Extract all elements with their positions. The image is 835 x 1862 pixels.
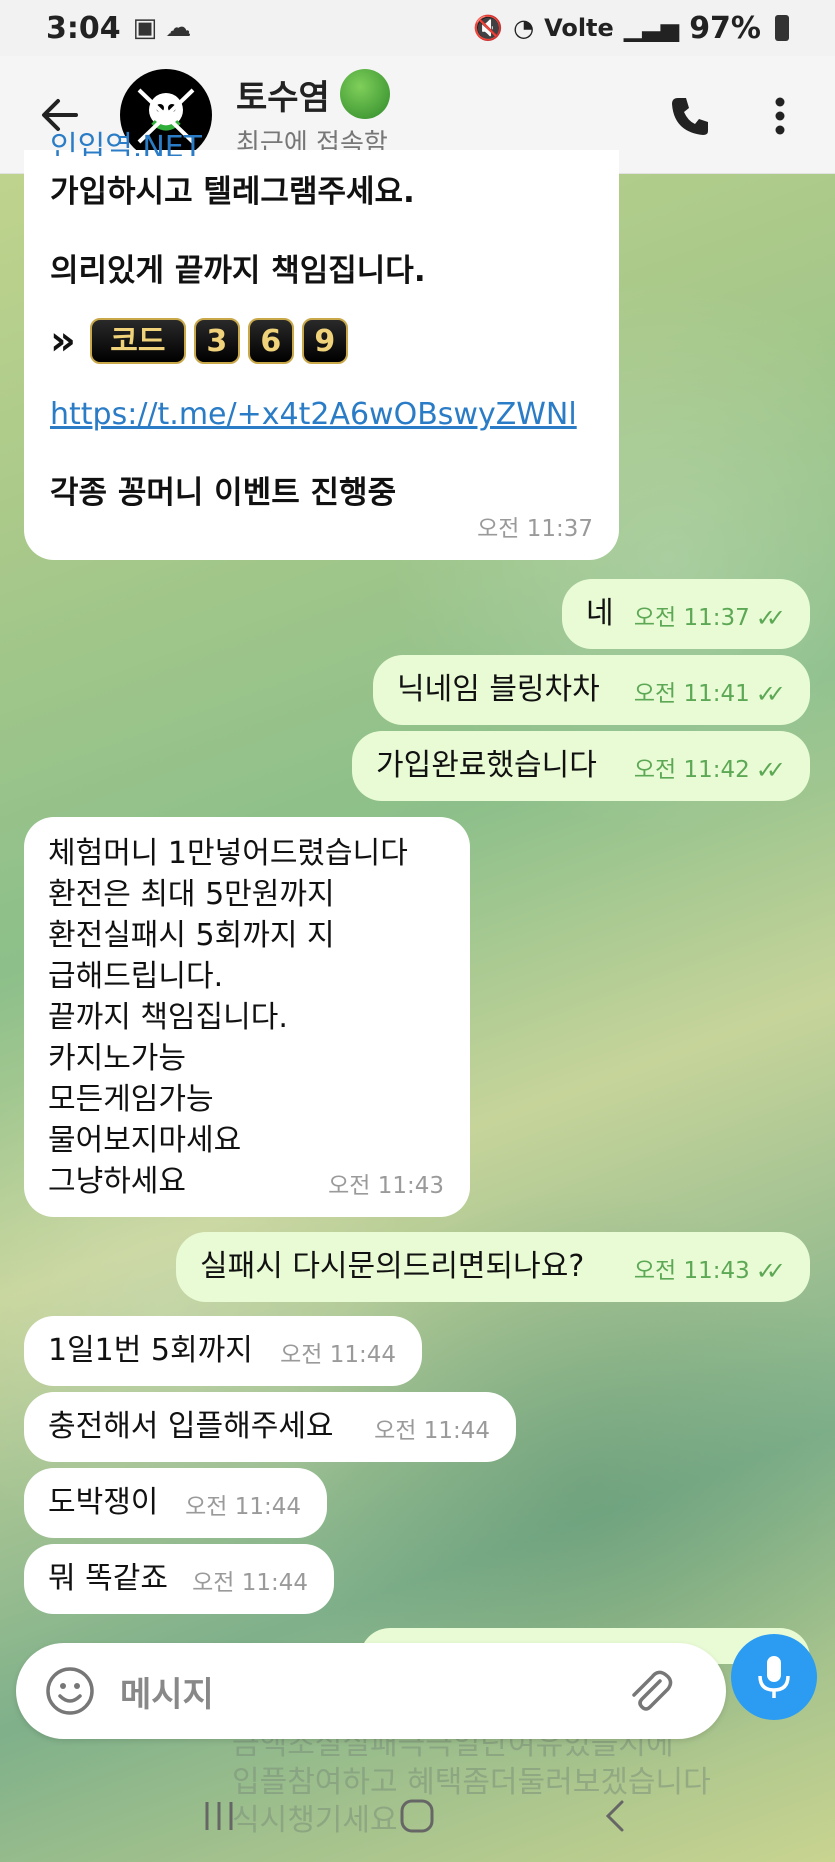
message-line: 환전은 최대 5만원까지	[48, 877, 335, 912]
chat-app-icon: ☁	[165, 13, 192, 43]
incoming-message[interactable]: 도박쟁이 오전 11:44	[24, 1468, 327, 1538]
message-time: 오전 11:44	[374, 1418, 490, 1444]
double-chevron-icon: »	[50, 317, 76, 364]
message-time: 오전 11:42	[633, 757, 750, 783]
signal-icon: ▁▃▅	[623, 14, 680, 42]
status-time: 3:04	[46, 10, 121, 46]
emoji-icon[interactable]	[44, 1665, 96, 1717]
message-time: 오전 11:43	[633, 1258, 750, 1284]
home-icon[interactable]	[397, 1796, 437, 1836]
message-line: 급해드립니다.	[48, 959, 224, 994]
message-text: 1일1번 5회까지	[48, 1333, 253, 1368]
message-meta: 오전 11:37	[477, 509, 593, 550]
message-input[interactable]: 메시지	[120, 1667, 214, 1716]
incoming-message[interactable]: 체험머니 1만넣어드렸습니다 환전은 최대 5만원까지 환전실패시 5회까지 지…	[24, 817, 470, 1217]
outgoing-message[interactable]: 네 오전 11:37 ✓✓	[562, 579, 810, 649]
message-line: 환전실패시 5회까지 지	[48, 918, 335, 953]
message-meta: 오전 11:41 ✓✓	[633, 674, 786, 715]
incoming-message[interactable]: 1일1번 5회까지 오전 11:44	[24, 1316, 422, 1386]
outgoing-message[interactable]: 가입완료했습니다 오전 11:42 ✓✓	[352, 731, 810, 801]
recent-apps-icon[interactable]	[199, 1796, 239, 1836]
incoming-message[interactable]: 뭐 똑같죠 오전 11:44	[24, 1544, 334, 1614]
code-digit: 3	[193, 318, 240, 364]
message-time: 오전 11:44	[185, 1494, 301, 1520]
message-line: 끝까지 책임집니다.	[48, 1000, 288, 1035]
incoming-message-promo[interactable]: 인입역.NET 가입하시고 텔레그램주세요. 의리있게 끝까지 책임집니다. »…	[24, 130, 619, 560]
telegram-link[interactable]: https://t.me/+x4t2A6wOBswyZWNl	[50, 394, 593, 435]
battery-icon	[775, 15, 789, 41]
status-bar: 3:04 ▣ ☁ 🔇 ◔ Volte ▁▃▅ 97%	[0, 0, 835, 56]
double-check-icon: ✓✓	[755, 756, 786, 784]
message-meta: 오전 11:44	[192, 1563, 308, 1604]
message-text: 네	[586, 596, 614, 631]
message-line: 의리있게 끝까지 책임집니다.	[50, 253, 426, 289]
message-line: 가입하시고 텔레그램주세요.	[50, 174, 415, 210]
volte-label: Volte	[544, 14, 614, 42]
message-meta: 오전 11:44	[280, 1335, 396, 1376]
phone-icon	[672, 98, 708, 135]
code-digit: 9	[301, 318, 348, 364]
message-meta: 오전 11:44	[374, 1411, 490, 1452]
code-label: 코드	[89, 318, 186, 364]
message-line: 체험머니 1만넣어드렸습니다	[48, 836, 408, 871]
double-check-icon: ✓✓	[755, 680, 786, 708]
message-time: 오전 11:37	[477, 516, 593, 542]
code-banner: » 코드 3 6 9	[50, 318, 593, 364]
voice-record-button[interactable]	[731, 1634, 817, 1720]
contact-name-text: 토수염	[236, 77, 330, 118]
back-nav-icon[interactable]	[596, 1796, 636, 1836]
message-line: 모든게임가능	[48, 1082, 214, 1117]
incoming-message[interactable]: 충전해서 입플해주세요 오전 11:44	[24, 1392, 516, 1462]
partial-link[interactable]: 인입역.NET	[50, 128, 202, 156]
microphone-icon	[758, 1656, 790, 1698]
message-time: 오전 11:43	[328, 1173, 444, 1199]
paperclip-icon	[632, 1670, 673, 1711]
wifi-icon: ◔	[513, 14, 535, 42]
message-time: 오전 11:37	[633, 605, 750, 631]
code-digit: 6	[247, 318, 294, 364]
message-line: 각종 꽁머니 이벤트 진행중	[50, 475, 397, 511]
outgoing-message[interactable]: 닉네임 블링차차 오전 11:41 ✓✓	[373, 655, 810, 725]
message-text: 뭐 똑같죠	[48, 1561, 168, 1596]
mute-icon: 🔇	[473, 14, 504, 42]
message-text: 도박쟁이	[48, 1485, 159, 1520]
call-button[interactable]	[650, 76, 730, 156]
message-meta: 오전 11:42 ✓✓	[633, 750, 786, 791]
message-text: 닉네임 블링차차	[397, 672, 600, 707]
contact-info[interactable]: 토수염 최근에 접속함	[236, 69, 390, 160]
attach-button[interactable]	[614, 1655, 686, 1727]
double-check-icon: ✓✓	[755, 604, 786, 632]
outgoing-message[interactable]: 실패시 다시문의드리면되나요? 오전 11:43 ✓✓	[176, 1232, 810, 1302]
message-input-bar: 메시지	[16, 1643, 726, 1739]
message-meta: 오전 11:43	[328, 1166, 444, 1207]
message-line: 카지노가능	[48, 1041, 186, 1076]
message-text: 실패시 다시문의드리면되나요?	[200, 1249, 585, 1284]
system-nav-bar	[0, 1770, 835, 1862]
battery-percent: 97%	[689, 10, 761, 46]
message-meta: 오전 11:43 ✓✓	[633, 1251, 786, 1292]
message-time: 오전 11:44	[192, 1570, 308, 1596]
message-time: 오전 11:41	[633, 681, 750, 707]
message-time: 오전 11:44	[280, 1342, 396, 1368]
gallery-icon: ▣	[132, 13, 158, 43]
message-meta: 오전 11:37 ✓✓	[633, 598, 786, 639]
contact-name: 토수염	[236, 69, 390, 119]
more-options-button[interactable]	[745, 76, 815, 156]
watermelon-icon	[339, 69, 390, 119]
message-meta: 오전 11:44	[185, 1487, 301, 1528]
kebab-menu-icon	[775, 97, 785, 135]
message-line: 물어보지마세요	[48, 1123, 242, 1158]
double-check-icon: ✓✓	[755, 1257, 786, 1285]
message-text: 가입완료했습니다	[376, 748, 597, 783]
message-text: 충전해서 입플해주세요	[48, 1409, 334, 1444]
